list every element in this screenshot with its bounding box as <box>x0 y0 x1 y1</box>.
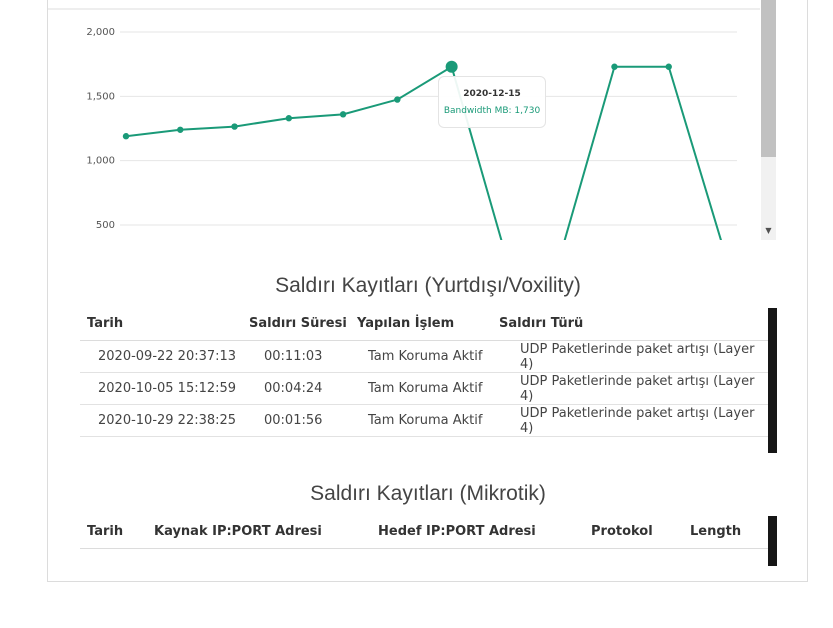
tooltip-value: Bandwidth MB: 1,730 <box>443 106 541 116</box>
table-row: 2020-10-29 22:38:25 00:01:56 Tam Koruma … <box>80 404 768 437</box>
voxility-table: Tarih Saldırı Süresi Yapılan İşlem Saldı… <box>80 307 768 437</box>
cell-duration: 00:01:56 <box>249 404 357 437</box>
data-point[interactable] <box>339 111 347 118</box>
cell-type: UDP Paketlerinde paket artışı (Layer 4) <box>499 340 768 373</box>
tooltip-date: 2020-12-15 <box>463 89 521 99</box>
y-tick-label: 1,000 <box>86 156 115 167</box>
col-header-protocol[interactable]: Protokol <box>591 515 690 549</box>
cell-action: Tam Koruma Aktif <box>357 372 499 405</box>
mikrotik-table-scrollbar[interactable] <box>768 516 777 566</box>
col-header-destination[interactable]: Hedef IP:PORT Adresi <box>378 515 591 549</box>
cell-date: 2020-09-22 20:37:13 <box>80 340 249 373</box>
bandwidth-chart: 500 1,000 1,500 2,000 2020-12-15 Bandwidth … <box>0 0 833 245</box>
y-tick-label: 1,500 <box>86 91 115 102</box>
table-header-row: Tarih Saldırı Süresi Yapılan İşlem Saldı… <box>80 307 768 341</box>
col-header-action[interactable]: Yapılan İşlem <box>357 307 499 341</box>
chart-tooltip: 2020-12-15 Bandwidth MB: 1,730 <box>438 76 546 128</box>
data-point[interactable] <box>285 115 293 122</box>
y-tick-label: 2,000 <box>86 27 115 38</box>
data-point[interactable] <box>231 123 238 130</box>
cell-action: Tam Koruma Aktif <box>357 340 499 373</box>
cell-type: UDP Paketlerinde paket artışı (Layer 4) <box>499 372 768 405</box>
cell-date: 2020-10-05 15:12:59 <box>80 372 249 405</box>
voxility-section-title: Saldırı Kayıtları (Yurtdışı/Voxility) <box>275 274 581 297</box>
bandwidth-chart-svg: 500 1,000 1,500 2,000 <box>47 8 760 240</box>
cell-date: 2020-10-29 22:38:25 <box>80 404 249 437</box>
data-point[interactable] <box>665 63 672 70</box>
col-header-length[interactable]: Length <box>690 515 768 549</box>
chart-scrollbar-thumb[interactable] <box>761 0 776 157</box>
cell-duration: 00:11:03 <box>249 340 357 373</box>
data-point[interactable] <box>611 63 618 70</box>
y-tick-label: 500 <box>96 220 115 231</box>
data-point[interactable] <box>122 133 130 140</box>
data-point[interactable] <box>394 96 401 103</box>
col-header-type[interactable]: Saldırı Türü <box>499 307 768 341</box>
col-header-source[interactable]: Kaynak IP:PORT Adresi <box>154 515 378 549</box>
table-header-row: Tarih Kaynak IP:PORT Adresi Hedef IP:POR… <box>80 515 768 549</box>
table-row: 2020-10-05 15:12:59 00:04:24 Tam Koruma … <box>80 372 768 405</box>
scroll-down-arrow-icon[interactable]: ▼ <box>761 222 776 240</box>
mikrotik-table: Tarih Kaynak IP:PORT Adresi Hedef IP:POR… <box>80 515 768 549</box>
voxility-table-scrollbar[interactable] <box>768 308 777 453</box>
col-header-date[interactable]: Tarih <box>80 515 154 549</box>
cell-duration: 00:04:24 <box>249 372 357 405</box>
col-header-duration[interactable]: Saldırı Süresi <box>249 307 357 341</box>
cell-type: UDP Paketlerinde paket artışı (Layer 4) <box>499 404 768 437</box>
table-row: 2020-09-22 20:37:13 00:11:03 Tam Koruma … <box>80 340 768 373</box>
col-header-date[interactable]: Tarih <box>80 307 249 341</box>
series-line <box>125 65 722 240</box>
data-point[interactable] <box>177 126 184 133</box>
cell-action: Tam Koruma Aktif <box>357 404 499 437</box>
mikrotik-section-title: Saldırı Kayıtları (Mikrotik) <box>310 482 546 505</box>
data-point-highlighted[interactable] <box>445 60 458 73</box>
